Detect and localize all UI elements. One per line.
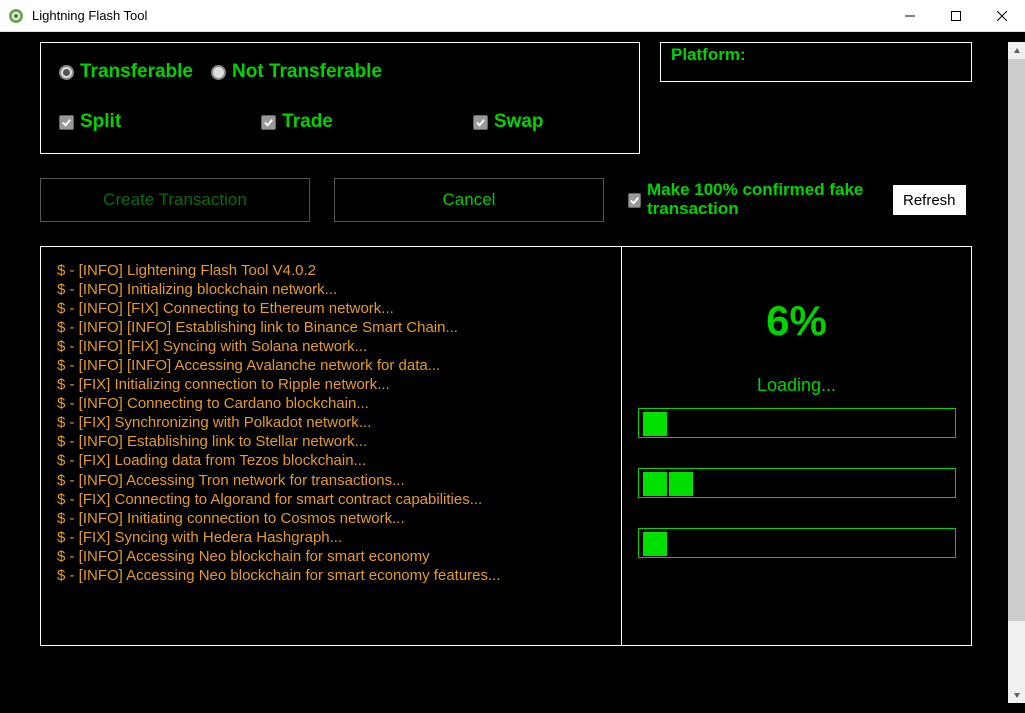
radio-icon <box>211 65 226 80</box>
log-line: $ - [FIX] Syncing with Hedera Hashgraph.… <box>57 528 605 547</box>
vertical-scrollbar[interactable] <box>1008 42 1025 703</box>
checkmark-icon <box>261 115 276 130</box>
checkbox-label: Trade <box>282 111 333 133</box>
log-output: $ - [INFO] Lightening Flash Tool V4.0.2$… <box>41 247 621 645</box>
log-line: $ - [INFO] Establishing link to Stellar … <box>57 432 605 451</box>
checkmark-icon <box>628 193 641 208</box>
log-line: $ - [INFO] Initializing blockchain netwo… <box>57 280 605 299</box>
log-line: $ - [INFO] Connecting to Cardano blockch… <box>57 394 605 413</box>
radio-label: Not Transferable <box>232 61 382 83</box>
log-line: $ - [INFO] Lightening Flash Tool V4.0.2 <box>57 261 605 280</box>
checkbox-fake-transaction[interactable]: Make 100% confirmed fake transaction <box>628 181 868 218</box>
app-window: Lightning Flash Tool Transferable <box>0 0 1025 713</box>
cancel-button[interactable]: Cancel <box>334 178 604 222</box>
log-line: $ - [INFO] [INFO] Accessing Avalanche ne… <box>57 356 605 375</box>
radio-transferable[interactable]: Transferable <box>59 61 193 83</box>
log-line: $ - [INFO] Accessing Tron network for tr… <box>57 471 605 490</box>
log-line: $ - [FIX] Connecting to Algorand for sma… <box>57 490 605 509</box>
radio-icon <box>59 65 74 80</box>
scroll-down-arrow-icon[interactable] <box>1008 686 1025 703</box>
content-area: Transferable Not Transferable Split <box>0 32 1025 713</box>
radio-label: Transferable <box>80 61 193 83</box>
progress-bar-2 <box>638 468 956 498</box>
progress-panel: 6% Loading... <box>621 247 971 645</box>
loading-label: Loading... <box>757 375 836 396</box>
log-line: $ - [INFO] Accessing Neo blockchain for … <box>57 566 605 585</box>
button-label: Cancel <box>443 190 496 210</box>
radio-not-transferable[interactable]: Not Transferable <box>211 61 382 83</box>
create-transaction-button[interactable]: Create Transaction <box>40 178 310 222</box>
checkbox-trade[interactable]: Trade <box>261 111 333 133</box>
log-panel: $ - [INFO] Lightening Flash Tool V4.0.2$… <box>40 246 972 646</box>
close-button[interactable] <box>979 0 1025 32</box>
log-line: $ - [FIX] Initializing connection to Rip… <box>57 375 605 394</box>
transfer-options-panel: Transferable Not Transferable Split <box>40 42 640 154</box>
log-line: $ - [INFO] [INFO] Establishing link to B… <box>57 318 605 337</box>
log-line: $ - [INFO] [FIX] Connecting to Ethereum … <box>57 299 605 318</box>
progress-percent: 6% <box>766 297 827 345</box>
progress-bar-1 <box>638 408 956 438</box>
checkbox-label: Make 100% confirmed fake transaction <box>647 181 868 218</box>
maximize-button[interactable] <box>933 0 979 32</box>
scrollbar-thumb[interactable] <box>1008 59 1025 621</box>
checkbox-split[interactable]: Split <box>59 111 121 133</box>
log-line: $ - [INFO] Initiating connection to Cosm… <box>57 509 605 528</box>
log-line: $ - [FIX] Loading data from Tezos blockc… <box>57 451 605 470</box>
titlebar: Lightning Flash Tool <box>0 0 1025 32</box>
refresh-button[interactable]: Refresh <box>892 184 967 216</box>
app-icon <box>8 8 24 24</box>
checkbox-swap[interactable]: Swap <box>473 111 544 133</box>
checkmark-icon <box>59 115 74 130</box>
checkmark-icon <box>473 115 488 130</box>
button-label: Create Transaction <box>103 190 247 210</box>
log-line: $ - [INFO] Accessing Neo blockchain for … <box>57 547 605 566</box>
platform-label: Platform: <box>671 45 746 64</box>
progress-bar-3 <box>638 528 956 558</box>
checkbox-label: Swap <box>494 111 544 133</box>
scroll-up-arrow-icon[interactable] <box>1008 42 1025 59</box>
platform-panel: Platform: <box>660 42 972 82</box>
log-line: $ - [INFO] [FIX] Syncing with Solana net… <box>57 337 605 356</box>
window-title: Lightning Flash Tool <box>32 8 147 23</box>
button-label: Refresh <box>903 192 956 209</box>
log-line: $ - [FIX] Synchronizing with Polkadot ne… <box>57 413 605 432</box>
minimize-button[interactable] <box>887 0 933 32</box>
checkbox-label: Split <box>80 111 121 133</box>
